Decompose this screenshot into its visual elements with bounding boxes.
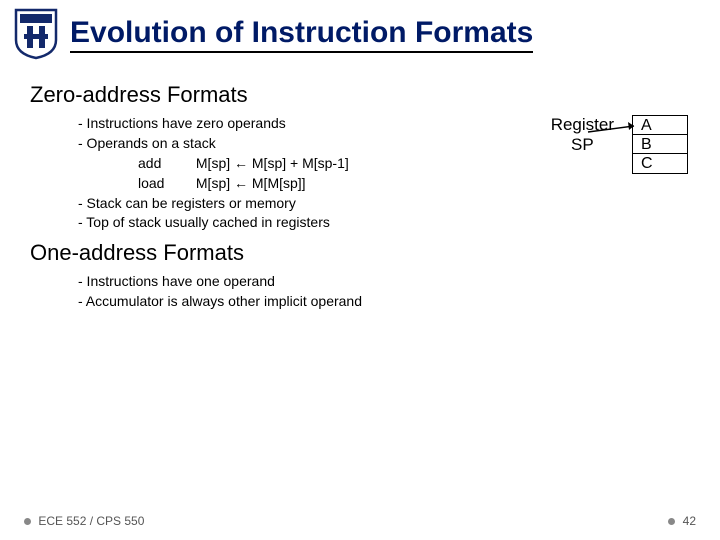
- op-line: load M[sp] ← M[M[sp]]: [138, 174, 690, 193]
- mnemonic: load: [138, 174, 192, 193]
- bullets-one-address: - Instructions have one operand - Accumu…: [78, 272, 690, 311]
- op-expr: M[sp] ← M[sp] + M[sp-1]: [196, 155, 349, 171]
- bullet-dot-icon: [24, 518, 31, 525]
- label-register: Register: [551, 115, 614, 135]
- stack-box: A B C: [632, 115, 688, 174]
- stack-cell: B: [633, 135, 687, 154]
- slide-header: Evolution of Instruction Formats: [0, 0, 720, 64]
- stack-cell: A: [633, 116, 687, 135]
- slide-title: Evolution of Instruction Formats: [70, 16, 533, 53]
- stack-diagram: Register SP A B C: [551, 115, 688, 174]
- course-label: ECE 552 / CPS 550: [38, 514, 144, 528]
- footer-left: ECE 552 / CPS 550: [24, 514, 144, 528]
- bullet: - Instructions have one operand: [78, 272, 690, 291]
- bullet: - Top of stack usually cached in registe…: [78, 213, 690, 232]
- slide-content: Zero-address Formats - Instructions have…: [0, 64, 720, 311]
- mnemonic: add: [138, 154, 192, 173]
- shield-logo-icon: [14, 8, 58, 60]
- footer-right: 42: [668, 514, 696, 528]
- bullet: - Stack can be registers or memory: [78, 194, 690, 213]
- heading-one-address: One-address Formats: [30, 240, 690, 266]
- heading-zero-address: Zero-address Formats: [30, 82, 690, 108]
- label-sp: SP: [551, 135, 614, 155]
- stack-cell: C: [633, 154, 687, 173]
- register-label: Register SP: [551, 115, 614, 154]
- bullet-dot-icon: [668, 518, 675, 525]
- op-expr: M[sp] ← M[M[sp]]: [196, 175, 306, 191]
- slide-footer: ECE 552 / CPS 550 42: [24, 514, 696, 528]
- bullet: - Accumulator is always other implicit o…: [78, 292, 690, 311]
- page-number: 42: [683, 514, 696, 528]
